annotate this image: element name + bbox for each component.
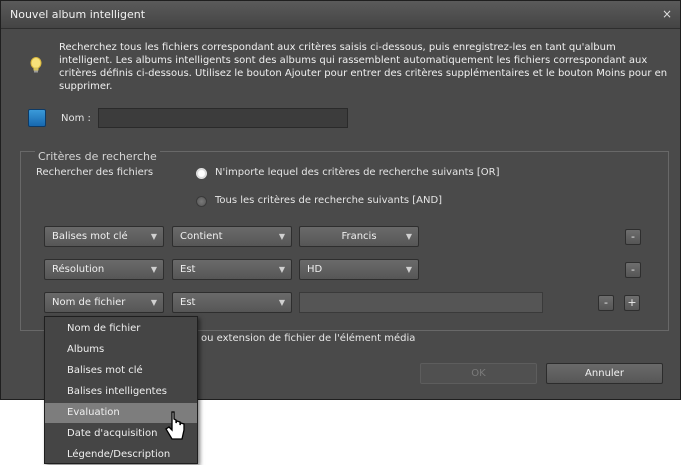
dialog-title: Nouvel album intelligent: [10, 8, 146, 21]
criteria-field-dropdown-2[interactable]: Résolution ▼: [44, 259, 164, 280]
remove-criteria-button-2[interactable]: -: [625, 262, 641, 278]
cancel-button[interactable]: Annuler: [546, 363, 663, 384]
field-value: Balises mot clé: [52, 231, 128, 242]
radio-and-label[interactable]: Tous les critères de recherche suivants …: [215, 195, 442, 206]
criteria-field-dropdown-1[interactable]: Balises mot clé ▼: [44, 226, 164, 247]
chevron-down-icon: ▼: [150, 265, 157, 274]
field-value: Nom de fichier: [52, 297, 126, 308]
chevron-down-icon: ▼: [405, 232, 412, 241]
title-bar[interactable]: Nouvel album intelligent ×: [1, 1, 680, 29]
operator-value: Est: [180, 264, 196, 275]
remove-criteria-button-3[interactable]: -: [598, 295, 614, 311]
menu-item-keyword-tags[interactable]: Balises mot clé: [45, 361, 197, 381]
radio-or-label[interactable]: N'importe lequel des critères de recherc…: [215, 167, 500, 178]
field-value: Résolution: [52, 264, 105, 275]
chevron-down-icon: ▼: [150, 298, 157, 307]
name-checkbox[interactable]: [28, 109, 46, 127]
radio-and[interactable]: [196, 196, 207, 207]
criteria-value: HD: [307, 264, 323, 275]
chevron-down-icon: ▼: [405, 265, 412, 274]
radio-or[interactable]: [196, 168, 207, 179]
criteria-value-input-3[interactable]: [299, 292, 543, 313]
criteria-operator-dropdown-2[interactable]: Est ▼: [172, 259, 292, 280]
menu-item-albums[interactable]: Albums: [45, 340, 197, 360]
remove-criteria-button-1[interactable]: -: [625, 229, 641, 245]
close-icon[interactable]: ×: [662, 7, 672, 21]
chevron-down-icon: ▼: [278, 298, 285, 307]
criteria-operator-dropdown-1[interactable]: Contient ▼: [172, 226, 292, 247]
menu-item-caption[interactable]: Légende/Description: [45, 445, 197, 465]
criteria-value-dropdown-1[interactable]: Francis ▼: [299, 226, 419, 247]
search-files-label: Rechercher des fichiers: [36, 167, 154, 178]
menu-item-smart-tags[interactable]: Balises intelligentes: [45, 382, 197, 402]
mouse-pointer-icon: [165, 411, 185, 440]
filename-hint-text: ou extension de fichier de l'élément méd…: [201, 333, 416, 344]
criteria-value: Francis: [341, 231, 377, 242]
criteria-field-dropdown-3[interactable]: Nom de fichier ▼: [44, 292, 164, 313]
lightbulb-icon: [30, 57, 42, 73]
menu-item-filename[interactable]: Nom de fichier: [45, 319, 197, 339]
criteria-value-dropdown-2[interactable]: HD ▼: [299, 259, 419, 280]
chevron-down-icon: ▼: [150, 232, 157, 241]
criteria-operator-dropdown-3[interactable]: Est ▼: [172, 292, 292, 313]
criteria-legend: Critères de recherche: [35, 150, 160, 163]
ok-button[interactable]: OK: [420, 363, 537, 384]
intro-text: Recherchez tous les fichiers corresponda…: [59, 42, 668, 92]
operator-value: Contient: [180, 231, 223, 242]
chevron-down-icon: ▼: [278, 265, 285, 274]
chevron-down-icon: ▼: [278, 232, 285, 241]
name-input[interactable]: [98, 108, 348, 128]
add-criteria-button[interactable]: +: [624, 295, 640, 311]
name-label: Nom :: [61, 113, 91, 124]
operator-value: Est: [180, 297, 196, 308]
